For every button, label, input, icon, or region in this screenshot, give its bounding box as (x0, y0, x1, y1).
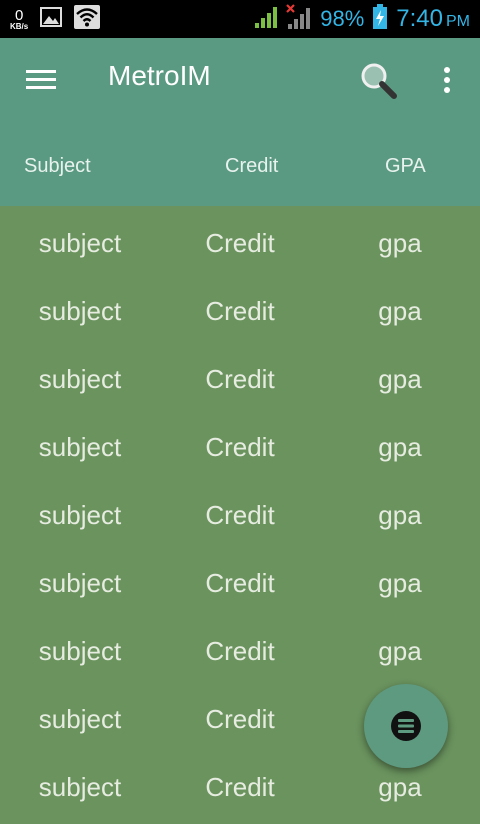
credit-cell: Credit (205, 228, 275, 258)
credit-cell: Credit (205, 432, 275, 462)
column-header-credit: Credit (225, 155, 279, 177)
floating-action-button[interactable] (364, 684, 448, 768)
network-speed: 0 KB/s (10, 8, 28, 31)
signal-no-data-icon (286, 4, 312, 34)
subject-cell: subject (38, 704, 122, 734)
column-header-subject: Subject (24, 155, 91, 177)
subject-cell: subject (38, 568, 122, 598)
list-item[interactable]: subject Credit gpa (0, 614, 480, 682)
overflow-menu-button[interactable] (432, 60, 462, 100)
credit-cell: Credit (205, 772, 275, 802)
credit-cell: Credit (205, 296, 275, 326)
wifi-icon (74, 5, 101, 33)
clock-ampm: PM (446, 13, 470, 30)
credit-cell: Credit (205, 364, 275, 394)
search-button[interactable] (356, 58, 402, 104)
subject-cell: subject (38, 432, 122, 462)
column-header-gpa: GPA (385, 155, 426, 177)
subject-cell: subject (38, 228, 122, 258)
clock-time: 7:40 (396, 5, 443, 32)
battery-charging-icon (372, 4, 388, 34)
list-item[interactable]: subject Credit gpa (0, 342, 480, 410)
gpa-cell: gpa (378, 568, 422, 598)
subject-cell: subject (38, 364, 122, 394)
app-title: MetroIM (108, 60, 211, 91)
subject-cell: subject (38, 296, 122, 326)
list-item[interactable]: subject Credit gpa (0, 274, 480, 342)
network-speed-unit: KB/s (10, 21, 29, 31)
list-item[interactable]: subject Credit gpa (0, 410, 480, 478)
status-bar: 0 KB/s 98% 7:40 PM (0, 0, 480, 38)
gpa-cell: gpa (378, 432, 422, 462)
gpa-cell: gpa (378, 636, 422, 666)
subject-cell: subject (38, 636, 122, 666)
navigation-menu-button[interactable] (22, 64, 62, 96)
battery-percent: 98% (320, 6, 365, 31)
credit-cell: Credit (205, 500, 275, 530)
gpa-cell: gpa (378, 364, 422, 394)
list-item[interactable]: subject Credit gpa (0, 546, 480, 614)
network-speed-value: 0 (14, 6, 24, 24)
credit-cell: Credit (205, 704, 275, 734)
list-item[interactable]: subject Credit gpa (0, 206, 480, 274)
signal-icon (254, 5, 278, 33)
subject-cell: subject (38, 772, 122, 802)
toolbar: MetroIM (0, 38, 480, 122)
list-item[interactable]: subject Credit gpa (0, 478, 480, 546)
credit-cell: Credit (205, 568, 275, 598)
image-icon (40, 7, 63, 31)
gpa-cell: gpa (378, 296, 422, 326)
gpa-cell: gpa (378, 500, 422, 530)
column-header-row: Subject Credit GPA (0, 146, 480, 186)
gpa-cell: gpa (378, 228, 422, 258)
clock: 7:40 PM (396, 5, 470, 33)
app-bar: MetroIM Subject Credit GPA (0, 38, 480, 206)
subject-cell: subject (38, 500, 122, 530)
credit-cell: Credit (205, 636, 275, 666)
